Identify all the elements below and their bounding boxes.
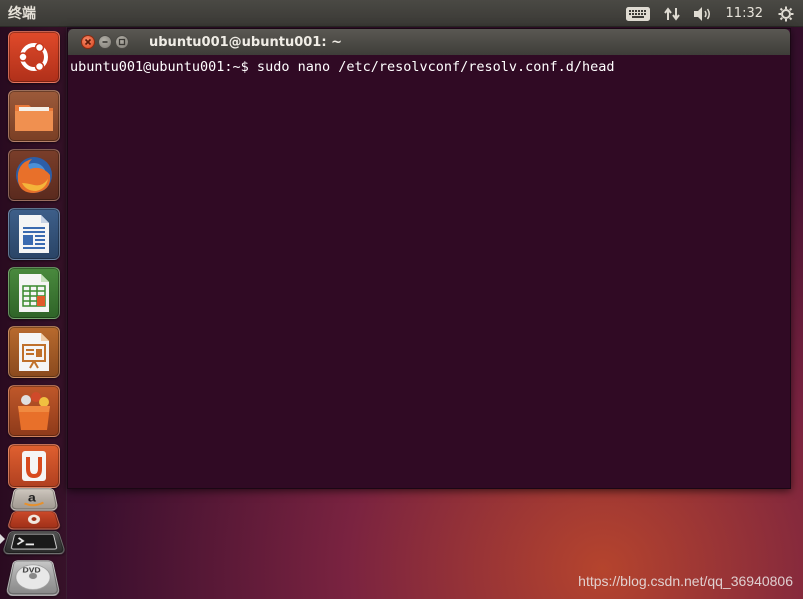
launcher-files[interactable] <box>8 90 60 142</box>
clock[interactable]: 11:32 <box>726 6 763 21</box>
terminal-prompt-line: ubuntu001@ubuntu001:~$ sudo nano /etc/re… <box>70 59 615 75</box>
terminal-output[interactable]: ubuntu001@ubuntu001:~$ sudo nano /etc/re… <box>68 55 790 488</box>
launcher-dash-home[interactable] <box>8 31 60 83</box>
launcher-libreoffice-impress[interactable] <box>8 326 60 378</box>
launcher-ubuntu-one[interactable] <box>8 444 60 488</box>
ubuntu-one-icon <box>22 451 46 481</box>
watermark-text: https://blog.csdn.net/qq_36940806 <box>578 573 793 589</box>
close-icon <box>84 38 92 46</box>
indicator-area: 11:32 <box>625 0 803 27</box>
impress-icon <box>19 333 49 371</box>
launcher-libreoffice-calc[interactable] <box>8 267 60 319</box>
shopping-bag-icon <box>18 392 50 430</box>
desktop: 终端 11:32 a DVD ubuntu001@ubuntu001: ~ ub… <box>0 0 803 599</box>
launcher: a DVD <box>0 27 67 599</box>
network-icon[interactable] <box>662 0 682 27</box>
window-title: ubuntu001@ubuntu001: ~ <box>149 34 342 50</box>
maximize-button[interactable] <box>115 35 129 49</box>
svg-text:DVD: DVD <box>22 566 41 574</box>
active-app-title: 终端 <box>8 6 36 22</box>
launcher-dvd[interactable]: DVD <box>5 560 61 596</box>
launcher-libreoffice-writer[interactable] <box>8 208 60 260</box>
terminal-icon <box>8 533 59 551</box>
close-button[interactable] <box>81 35 95 49</box>
ubuntu-logo-icon <box>18 42 48 72</box>
terminal-window: ubuntu001@ubuntu001: ~ ubuntu001@ubuntu0… <box>67 28 791 489</box>
launcher-amazon[interactable]: a <box>9 487 59 511</box>
maximize-icon <box>118 38 126 46</box>
writer-icon <box>19 215 49 253</box>
launcher-system-settings[interactable] <box>6 510 62 530</box>
calc-icon <box>19 274 49 312</box>
firefox-icon <box>16 157 52 193</box>
settings-icon <box>27 514 41 524</box>
volume-icon[interactable] <box>692 0 714 27</box>
minimize-button[interactable] <box>98 35 112 49</box>
active-app-indicator <box>0 534 5 544</box>
keyboard-icon[interactable] <box>625 0 650 27</box>
dvd-icon: DVD <box>10 562 57 592</box>
launcher-terminal[interactable] <box>1 530 67 555</box>
window-title-bar[interactable]: ubuntu001@ubuntu001: ~ <box>68 29 790 55</box>
svg-text:a: a <box>28 491 38 504</box>
folder-icon <box>15 105 53 131</box>
power-icon[interactable] <box>777 0 795 27</box>
minimize-icon <box>102 41 108 43</box>
launcher-software-center[interactable] <box>8 385 60 437</box>
top-panel: 终端 11:32 <box>0 0 803 27</box>
amazon-icon: a <box>18 490 51 507</box>
launcher-firefox[interactable] <box>8 149 60 201</box>
